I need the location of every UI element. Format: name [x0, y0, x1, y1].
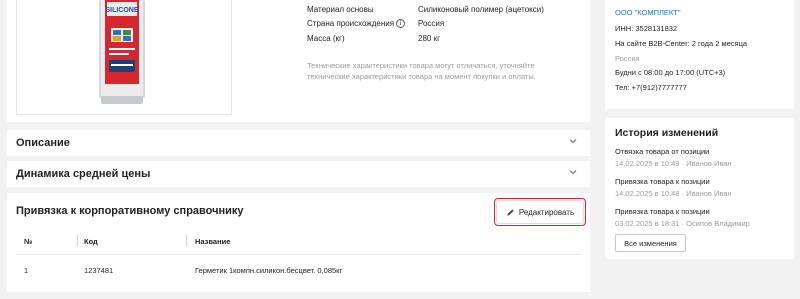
supplier-name-link[interactable]: ООО "КОМПЛЕКТ" [615, 8, 681, 17]
supplier-inn: ИНН: 3528131832 [615, 24, 678, 33]
column-divider [77, 235, 78, 246]
sealant-tube-image: SILICONE [99, 0, 145, 104]
supplier-card: ООО "КОМПЛЕКТ" ИНН: 3528131832 На сайте … [605, 0, 794, 109]
column-header-code: Код [84, 237, 98, 246]
supplier-on-site: На сайте B2B-Center: 2 года 2 месяца [615, 39, 748, 48]
spec-label: Материал основы [307, 5, 374, 14]
column-header-num: № [24, 237, 33, 246]
history-item-title: Отвязка товара от позиции [615, 147, 710, 156]
column-header-name: Название [195, 237, 231, 246]
history-item-title: Привязка товара к позиции [615, 177, 710, 186]
history-item-meta: 03.02.2025 в 18:31 · Осипов Владимир [615, 219, 750, 228]
history-item-meta: 14.02.2025 в 10:49 · Иванов Иван [615, 159, 732, 168]
corp-directory-title: Привязка к корпоративному справочнику [16, 205, 244, 217]
product-image-label: SILICONE [105, 7, 138, 14]
spec-value: 280 кг [418, 34, 440, 43]
description-section[interactable]: Описание [7, 130, 590, 156]
edit-button[interactable]: Редактировать [494, 198, 586, 226]
cell-name: Герметик 1компн.силикон.бесцвет. 0,085кг [195, 266, 343, 275]
cell-code: 1237481 [84, 266, 114, 275]
column-divider [186, 235, 187, 246]
corp-directory-card: Привязка к корпоративному справочнику Ре… [7, 193, 590, 292]
history-item-meta: 14.02.2025 в 10:48 · Иванов Иван [615, 189, 732, 198]
supplier-hours: Будни с 08:00 до 17:00 (UTC+3) [615, 68, 726, 77]
history-card: История изменений Отвязка товара от пози… [605, 118, 794, 259]
product-card: SILICONE Материал основы Силиконовый пол… [7, 0, 590, 122]
table-divider [16, 254, 582, 255]
supplier-country: Россия [615, 54, 640, 63]
spec-value: Силиконовый полимер (ацетокси) [418, 5, 544, 14]
price-dynamics-section[interactable]: Динамика средней цены [7, 161, 590, 187]
supplier-phone: Тел: +7(912)7777777 [615, 83, 687, 92]
product-image: SILICONE [16, 0, 232, 115]
spec-label: Масса (кг) [307, 34, 345, 43]
pencil-icon [507, 208, 514, 216]
description-title: Описание [16, 137, 70, 149]
info-icon[interactable]: i [396, 19, 406, 29]
chevron-down-icon[interactable] [568, 136, 578, 146]
spec-disclaimer: Технические характеристики товара могут … [307, 61, 536, 81]
history-title: История изменений [615, 127, 719, 139]
chevron-down-icon[interactable] [568, 167, 578, 177]
spec-label: Страна происхождения [307, 19, 395, 28]
history-item-title: Привязка товара к позиции [615, 207, 710, 216]
cell-num: 1 [24, 266, 29, 275]
all-changes-button[interactable]: Все изменения [615, 234, 686, 252]
edit-button-label: Редактировать [518, 207, 575, 217]
spec-value: Россия [418, 19, 445, 28]
price-dynamics-title: Динамика средней цены [16, 168, 151, 180]
